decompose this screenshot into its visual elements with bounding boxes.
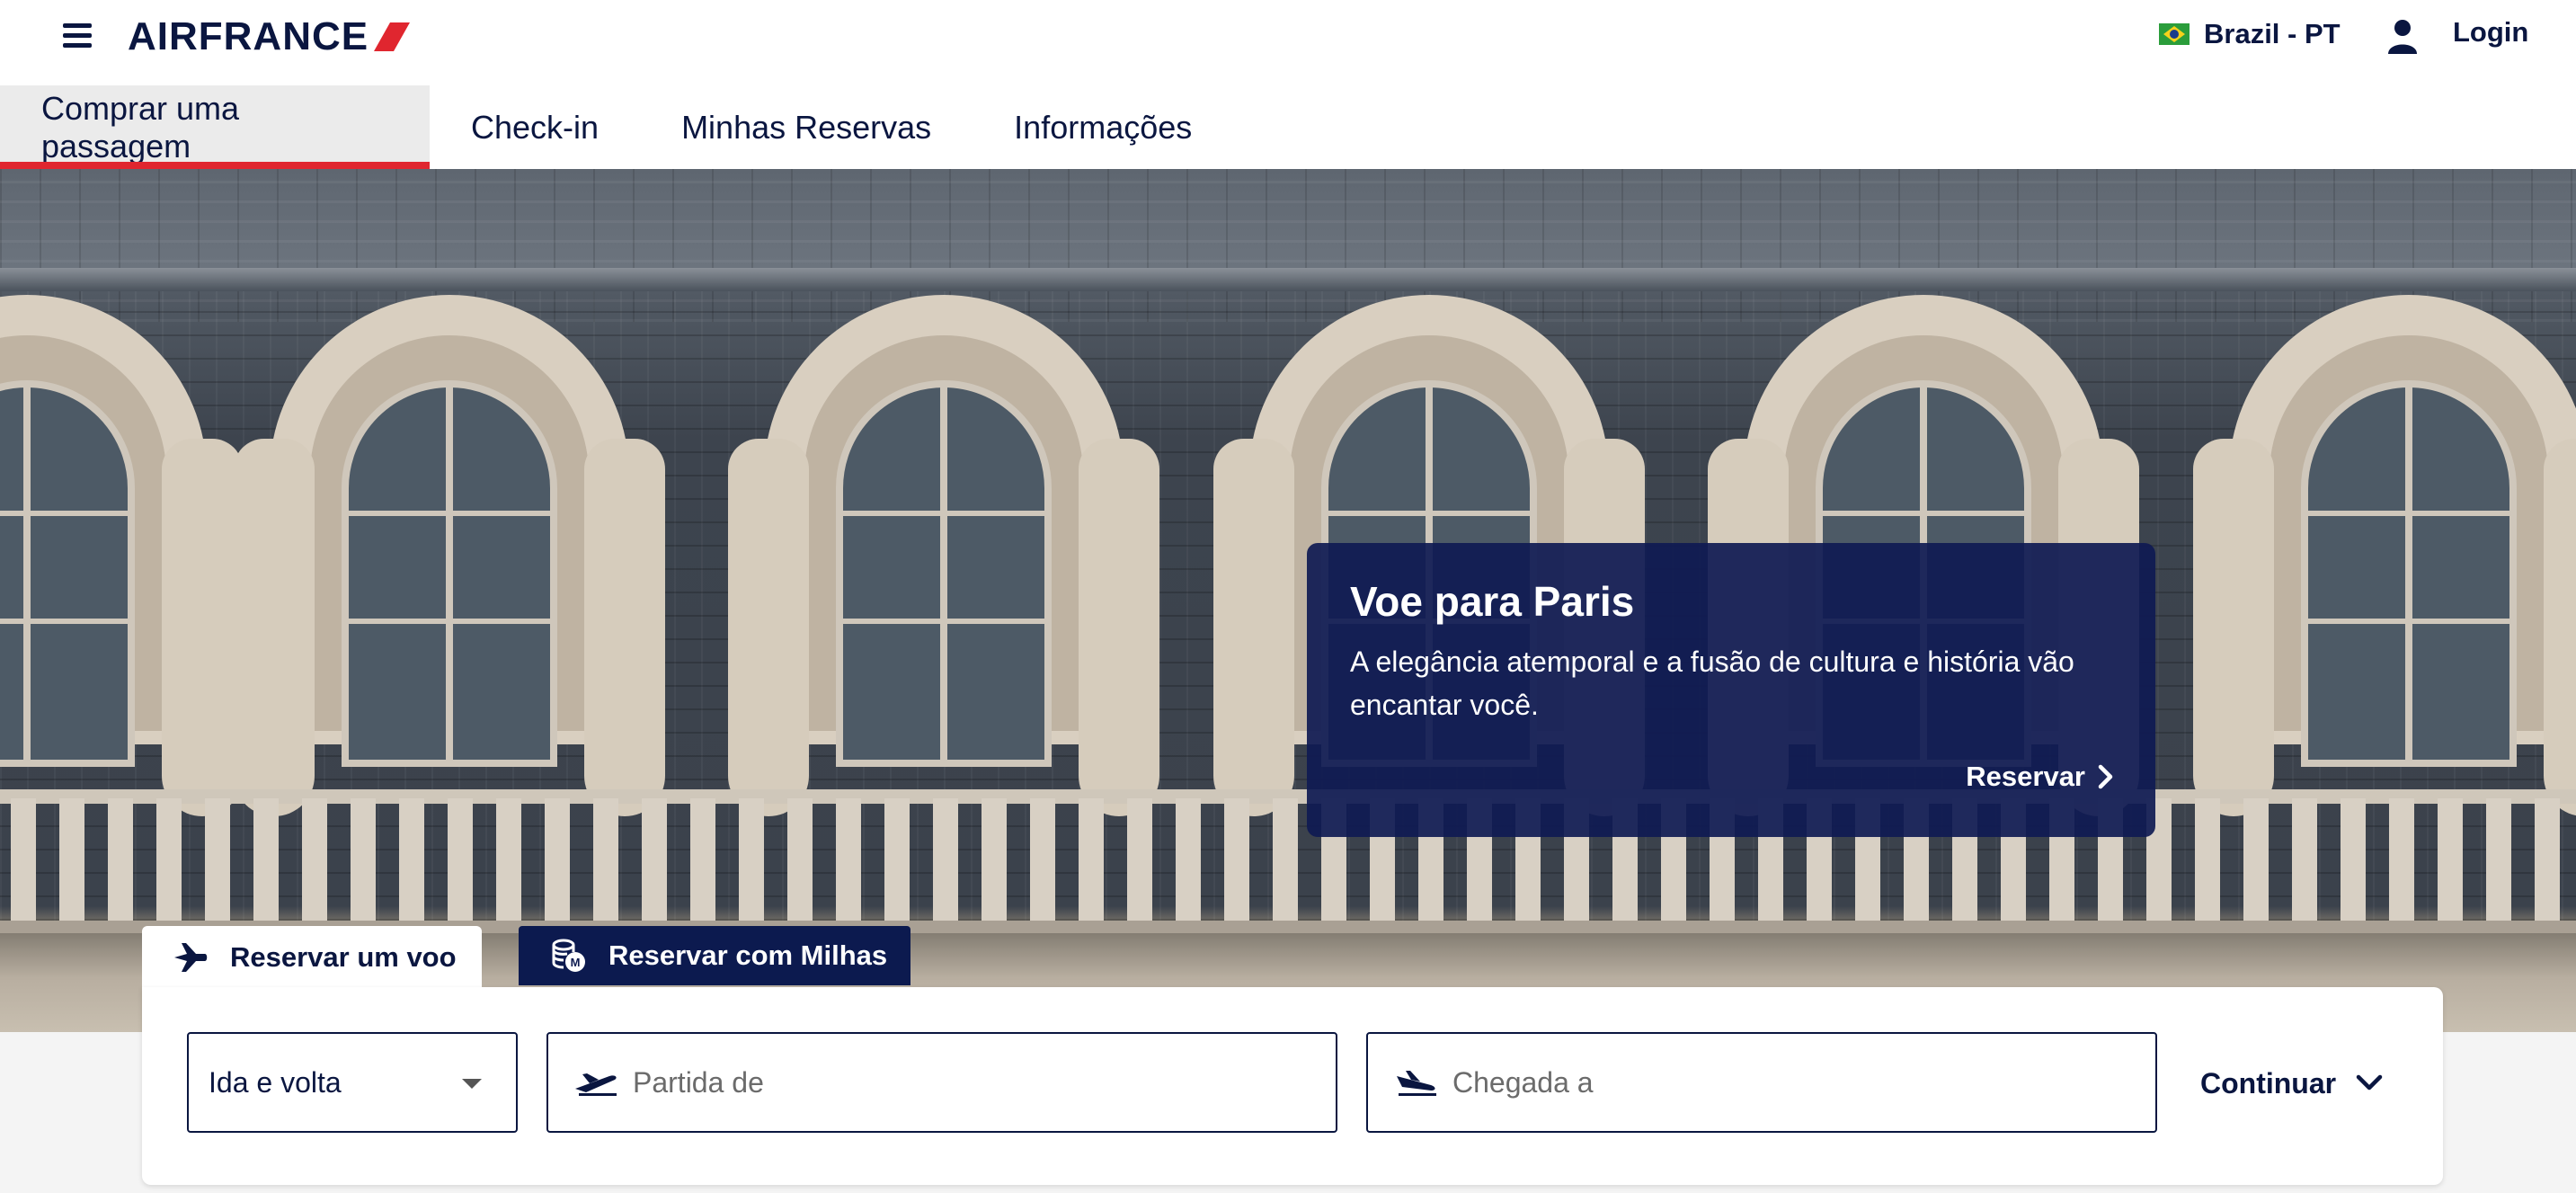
hamburger-menu-icon[interactable] [63,23,92,49]
tab-book-with-miles[interactable]: M Reservar com Milhas [519,926,910,985]
miles-coins-icon: M [552,939,585,972]
promo-description: A elegância atemporal e a fusão de cultu… [1350,645,2074,721]
booking-panel: Ida e volta Continuar [142,987,2443,1185]
tab-book-flight-label: Reservar um voo [230,941,457,973]
landing-icon [1397,1071,1436,1096]
dropdown-caret-icon [462,1079,482,1089]
promo-reserve-label: Reservar [1966,761,2085,792]
destination-input[interactable] [1452,1065,2154,1100]
promo-reserve-link[interactable]: Reservar [1966,761,2114,793]
language-selector[interactable]: Brazil - PT [2159,16,2341,52]
nav-tab-check-in[interactable]: Check-in [430,85,640,169]
continue-label: Continuar [2200,1066,2337,1100]
language-label: Brazil - PT [2204,18,2341,49]
chevron-right-icon [2098,764,2113,789]
nav-tab-my-bookings[interactable]: Minhas Reservas [640,85,973,169]
origin-input[interactable] [633,1065,1334,1100]
chevron-down-icon [2356,1074,2383,1091]
promo-title: Voe para Paris [1350,578,1635,625]
nav-tab-information[interactable]: Informações [973,85,1233,169]
hero-image-paris-building [0,169,2576,1032]
takeoff-icon [575,1073,617,1096]
top-header: AIRFRANCE Brazil - PT Login [0,0,2576,85]
airplane-icon [174,943,208,972]
user-icon[interactable] [2386,18,2419,54]
tab-book-with-miles-label: Reservar com Milhas [608,939,888,971]
svg-text:M: M [571,956,581,969]
logo-text: AIRFRANCE [128,14,369,58]
destination-field[interactable] [1366,1032,2157,1133]
continue-button[interactable]: Continuar [2200,1061,2383,1106]
trip-type-select[interactable]: Ida e volta [187,1032,518,1133]
promo-card: Voe para Paris A elegância atemporal e a… [1307,543,2155,837]
airfrance-logo[interactable]: AIRFRANCE [128,14,411,59]
origin-field[interactable] [546,1032,1337,1133]
nav-tab-buy-ticket[interactable]: Comprar uma passagem [0,85,430,169]
tab-book-flight[interactable]: Reservar um voo [142,926,482,989]
brazil-flag-icon [2159,23,2190,45]
login-link[interactable]: Login [2453,16,2528,49]
main-nav: Comprar uma passagem Check-in Minhas Res… [0,85,2576,169]
logo-slash-icon [374,22,411,51]
trip-type-value: Ida e volta [209,1065,342,1099]
